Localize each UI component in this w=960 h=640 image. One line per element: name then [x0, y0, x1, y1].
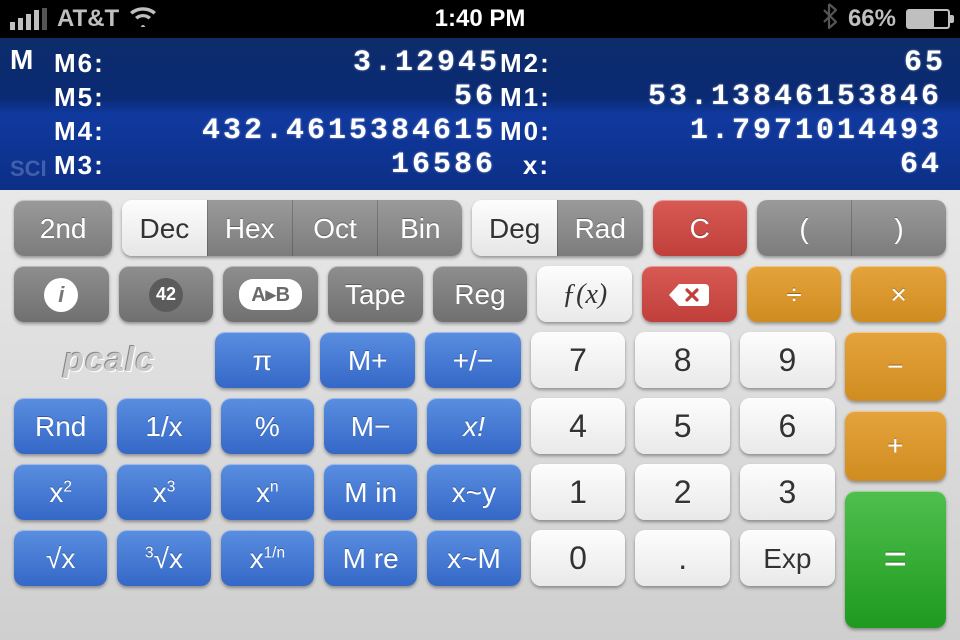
mem-minus-button[interactable]: M−	[324, 398, 417, 454]
paren-open-button[interactable]: (	[757, 200, 851, 256]
second-button[interactable]: 2nd	[14, 200, 112, 256]
reg-value-m0: 1.7971014493	[560, 114, 946, 148]
x-pow-n-button[interactable]: xn	[221, 464, 314, 520]
reg-label-m6: M6:	[54, 46, 114, 80]
reg-value-m1: 53.13846153846	[560, 80, 946, 114]
clock: 1:40 PM	[435, 5, 526, 33]
carrier-label: AT&T	[57, 5, 119, 33]
bluetooth-icon	[822, 3, 838, 36]
rnd-button[interactable]: Rnd	[14, 398, 107, 454]
reciprocal-button[interactable]: 1/x	[117, 398, 210, 454]
info-icon: i	[44, 278, 78, 312]
base-bin-button[interactable]: Bin	[377, 200, 462, 256]
paren-close-button[interactable]: )	[851, 200, 946, 256]
divide-button[interactable]: ÷	[747, 266, 842, 322]
base-oct-button[interactable]: Oct	[292, 200, 377, 256]
convert-pill: A▸B	[239, 279, 302, 310]
base-hex-button[interactable]: Hex	[207, 200, 292, 256]
cbrt-button[interactable]: 3√x	[117, 530, 210, 586]
registers-button[interactable]: Reg	[433, 266, 528, 322]
digit-7-button[interactable]: 7	[531, 332, 626, 388]
digit-9-button[interactable]: 9	[740, 332, 835, 388]
info-button[interactable]: i	[14, 266, 109, 322]
fx-button[interactable]: ƒ(x)	[537, 266, 632, 322]
wifi-icon	[129, 5, 157, 34]
mem-recall-button[interactable]: M re	[324, 530, 417, 586]
brand-logo: pcalc	[14, 332, 205, 388]
digit-2-button[interactable]: 2	[635, 464, 730, 520]
constants-button[interactable]: 42	[119, 266, 214, 322]
minus-button[interactable]: −	[845, 332, 946, 401]
reg-label-m5: M5:	[54, 80, 114, 114]
x-cubed-button[interactable]: x3	[117, 464, 210, 520]
swap-xm-button[interactable]: x~M	[427, 530, 520, 586]
swap-xy-button[interactable]: x~y	[427, 464, 520, 520]
reg-label-m2: M2:	[500, 46, 560, 80]
backspace-icon	[667, 282, 711, 308]
sqrt-button[interactable]: √x	[14, 530, 107, 586]
digit-6-button[interactable]: 6	[740, 398, 835, 454]
battery-pct: 66%	[848, 5, 896, 33]
digit-4-button[interactable]: 4	[531, 398, 626, 454]
reg-value-m2: 65	[560, 46, 946, 80]
mem-in-button[interactable]: M in	[324, 464, 417, 520]
battery-icon	[906, 9, 950, 29]
angle-deg-button[interactable]: Deg	[472, 200, 557, 256]
digit-5-button[interactable]: 5	[635, 398, 730, 454]
reg-value-m3: 16586	[114, 148, 500, 182]
plus-button[interactable]: +	[845, 411, 946, 480]
keypad: 2nd Dec Hex Oct Bin Deg Rad C ( ) i 42 A…	[0, 190, 960, 640]
digit-8-button[interactable]: 8	[635, 332, 730, 388]
digit-3-button[interactable]: 3	[740, 464, 835, 520]
fortytwo-icon: 42	[149, 278, 183, 312]
reg-label-m1: M1:	[500, 80, 560, 114]
base-dec-button[interactable]: Dec	[122, 200, 206, 256]
angle-rad-button[interactable]: Rad	[557, 200, 643, 256]
reg-value-m5: 56	[114, 80, 500, 114]
base-segment: Dec Hex Oct Bin	[122, 200, 462, 256]
reg-label-m4: M4:	[54, 114, 114, 148]
nth-root-button[interactable]: x1/n	[221, 530, 314, 586]
paren-segment: ( )	[757, 200, 946, 256]
reg-label-x: x:	[500, 148, 560, 182]
status-bar: AT&T 1:40 PM 66%	[0, 0, 960, 38]
sci-indicator: SCI	[10, 156, 47, 182]
factorial-button[interactable]: x!	[427, 398, 520, 454]
reg-label-m0: M0:	[500, 114, 560, 148]
convert-button[interactable]: A▸B	[223, 266, 318, 322]
reg-value-x: 64	[560, 148, 946, 182]
reg-value-m4: 432.4615384615	[114, 114, 500, 148]
equals-button[interactable]: =	[845, 491, 946, 629]
angle-segment: Deg Rad	[472, 200, 642, 256]
calculator-display: M SCI M6: 3.12945 M2: 65 M5: 56 M1: 53.1…	[0, 38, 960, 190]
x-squared-button[interactable]: x2	[14, 464, 107, 520]
clear-button[interactable]: C	[653, 200, 747, 256]
tape-button[interactable]: Tape	[328, 266, 423, 322]
decimal-button[interactable]: .	[635, 530, 730, 586]
exp-button[interactable]: Exp	[740, 530, 835, 586]
signal-icon	[10, 8, 47, 30]
multiply-button[interactable]: ×	[851, 266, 946, 322]
memory-indicator: M	[10, 44, 33, 76]
plus-minus-button[interactable]: +/−	[425, 332, 520, 388]
reg-value-m6: 3.12945	[114, 46, 500, 80]
backspace-button[interactable]	[642, 266, 737, 322]
digit-1-button[interactable]: 1	[531, 464, 626, 520]
pi-button[interactable]: π	[215, 332, 310, 388]
digit-0-button[interactable]: 0	[531, 530, 626, 586]
percent-button[interactable]: %	[221, 398, 314, 454]
reg-label-m3: M3:	[54, 148, 114, 182]
mem-plus-button[interactable]: M+	[320, 332, 415, 388]
